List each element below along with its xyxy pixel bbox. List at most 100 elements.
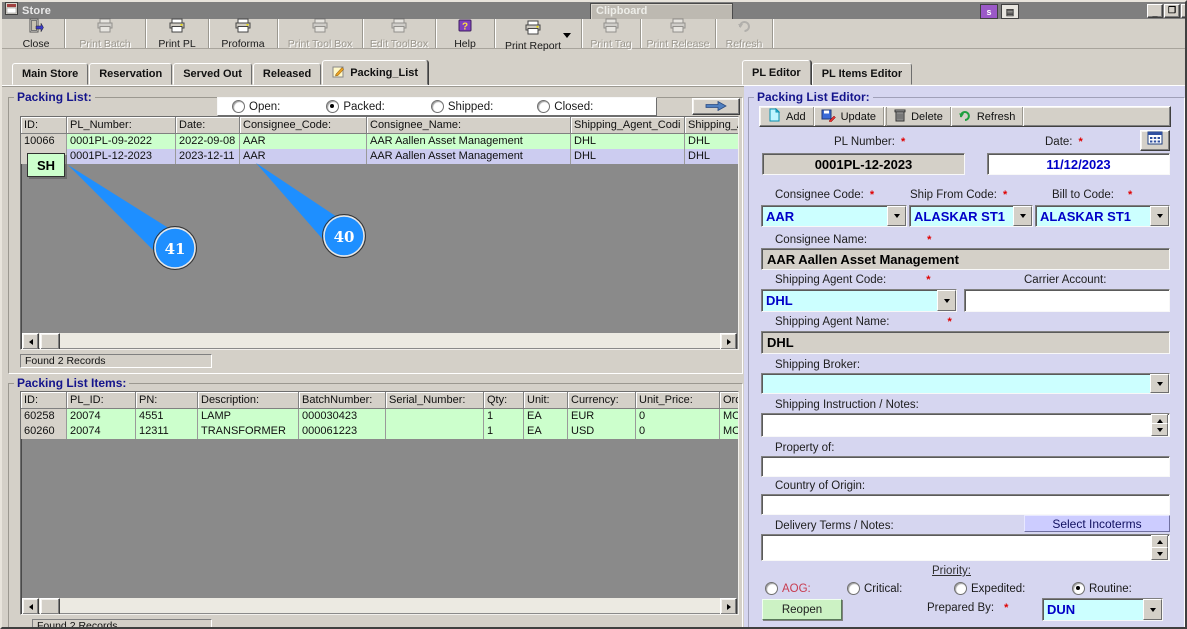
table-row[interactable]: 10066 0001PL-09-2022 2022-09-08 AAR AAR … (21, 134, 738, 149)
column-header[interactable]: Shipping_Agent_Codi (571, 117, 685, 134)
tab-served-out[interactable]: Served Out (173, 63, 252, 85)
property-of-input[interactable] (762, 457, 1177, 476)
column-header[interactable]: Consignee_Name: (367, 117, 571, 134)
column-header[interactable]: Consignee_Code: (240, 117, 367, 134)
filter-shipped-radio[interactable]: Shipped: (430, 100, 493, 113)
scroll-left-button[interactable] (22, 598, 39, 614)
proforma-button[interactable]: Proforma (209, 18, 278, 50)
tab-pl-items-editor[interactable]: PL Items Editor (811, 63, 913, 85)
cell-unit: EA (524, 409, 568, 424)
editor-refresh-button[interactable]: Refresh (951, 107, 1024, 126)
bill-to-code-label: Bill to Code: * (1052, 189, 1133, 201)
table-row[interactable]: 60258 20074 4551 LAMP 000030423 1 EA EUR… (21, 409, 738, 424)
close-window-button[interactable]: × (1181, 4, 1185, 18)
consignee-code-combo[interactable]: AAR (761, 205, 907, 227)
select-incoterms-button[interactable]: Select Incoterms (1024, 515, 1170, 532)
tab-released[interactable]: Released (252, 63, 322, 85)
column-header[interactable]: Currency: (568, 392, 636, 409)
delivery-terms-input[interactable] (762, 535, 1159, 560)
close-button[interactable]: Close (8, 18, 65, 50)
scrollbar-thumb[interactable] (40, 598, 60, 614)
chevron-down-icon[interactable] (1013, 206, 1032, 226)
column-header[interactable]: Serial_Number: (386, 392, 484, 409)
table-row[interactable]: 60260 20074 12311 TRANSFORMER 000061223 … (21, 424, 738, 439)
shipping-instruction-label: Shipping Instruction / Notes: (775, 399, 919, 411)
s-folder-icon[interactable]: s (980, 4, 998, 19)
add-icon (767, 107, 781, 125)
bill-to-code-combo[interactable]: ALASKAR ST1 (1035, 205, 1170, 227)
country-of-origin-input[interactable] (762, 495, 1177, 514)
tab-reservation[interactable]: Reservation (89, 63, 173, 85)
refresh-button: Refresh (716, 19, 773, 50)
add-button[interactable]: Add (760, 107, 814, 126)
column-header[interactable]: ID: (21, 392, 67, 409)
packing-list-grid[interactable]: ID: PL_Number: Date: Consignee_Code: Con… (20, 116, 739, 350)
priority-aog-radio[interactable]: AOG: (765, 582, 811, 595)
horizontal-scrollbar[interactable] (22, 333, 737, 349)
chevron-down-icon[interactable] (887, 206, 906, 226)
date-picker-button[interactable] (1140, 130, 1170, 151)
chevron-down-icon[interactable] (937, 290, 956, 311)
column-header[interactable]: PL_ID: (67, 392, 136, 409)
print-report-button[interactable]: Print Report (495, 19, 582, 52)
chevron-down-icon[interactable] (1143, 599, 1162, 620)
scroll-left-button[interactable] (22, 333, 39, 349)
chevron-down-icon[interactable] (1150, 374, 1169, 393)
consignee-code-label: Consignee Code: * (775, 189, 875, 201)
sh-status-badge[interactable]: SH (27, 153, 65, 177)
radio-icon (537, 100, 551, 113)
column-header[interactable]: Qty: (484, 392, 524, 409)
column-header[interactable]: Description: (198, 392, 299, 409)
column-header[interactable]: PL_Number: (67, 117, 176, 134)
editor-toolbar: Add Update Delete Refresh (759, 106, 1171, 127)
priority-expedited-radio[interactable]: Expedited: (954, 582, 1025, 595)
delete-button[interactable]: Delete (886, 107, 951, 126)
ship-from-code-combo[interactable]: ALASKAR ST1 (909, 205, 1033, 227)
tab-main-store[interactable]: Main Store (12, 63, 89, 85)
printer-icon (669, 18, 687, 38)
carrier-account-input[interactable] (965, 290, 1177, 311)
priority-critical-radio[interactable]: Critical: (847, 582, 902, 595)
column-header[interactable]: Unit_Price: (636, 392, 720, 409)
reopen-button[interactable]: Reopen (762, 599, 842, 620)
shipping-agent-code-combo[interactable]: DHL (761, 289, 957, 312)
scroll-right-button[interactable] (720, 333, 737, 349)
filter-closed-radio[interactable]: Closed: (537, 100, 593, 113)
column-header[interactable]: Order_ (720, 392, 738, 409)
column-header[interactable]: Date: (176, 117, 240, 134)
filter-packed-radio[interactable]: Packed: (326, 100, 385, 113)
cell-consignee-code: AAR (240, 149, 367, 164)
update-button[interactable]: Update (814, 107, 885, 126)
filter-open-radio[interactable]: Open: (232, 100, 280, 113)
restore-button[interactable]: ❐ (1164, 4, 1180, 18)
date-field[interactable]: 11/12/2023 (987, 153, 1170, 175)
scroll-down-button[interactable] (1151, 547, 1168, 560)
packing-list-items-grid[interactable]: ID: PL_ID: PN: Description: BatchNumber:… (20, 391, 739, 615)
shipping-instruction-input[interactable] (762, 414, 1159, 436)
cell-date: 2023-12-11 (176, 149, 240, 164)
table-row-selected[interactable]: 0001PL-12-2023 2023-12-11 AAR AAR Aallen… (21, 149, 738, 164)
exit-icon (28, 18, 44, 38)
scroll-down-button[interactable] (1151, 423, 1168, 436)
column-header[interactable]: PN: (136, 392, 198, 409)
minimize-button[interactable]: _ (1147, 4, 1163, 18)
priority-routine-radio[interactable]: Routine: (1072, 582, 1132, 595)
tab-pl-editor[interactable]: PL Editor (742, 60, 811, 85)
chevron-down-icon[interactable] (563, 33, 572, 42)
scrollbar-thumb[interactable] (40, 333, 60, 349)
tab-packing-list[interactable]: Packing_List (322, 60, 429, 85)
scroll-right-button[interactable] (720, 598, 737, 614)
go-arrow-button[interactable] (692, 98, 740, 115)
print-pl-button[interactable]: Print PL (146, 18, 209, 50)
column-header[interactable]: ID: (21, 117, 67, 134)
shipping-broker-combo[interactable] (761, 373, 1170, 394)
cell-shipping-agent-code: DHL (571, 134, 685, 149)
column-header[interactable]: Unit: (524, 392, 568, 409)
chevron-down-icon[interactable] (1150, 206, 1169, 226)
column-header[interactable]: Shipping_Agen (685, 117, 738, 134)
help-button[interactable]: ? Help (436, 19, 495, 50)
prepared-by-combo[interactable]: DUN (1042, 598, 1163, 621)
document-icon[interactable]: ▤ (1001, 4, 1019, 19)
column-header[interactable]: BatchNumber: (299, 392, 386, 409)
horizontal-scrollbar[interactable] (22, 598, 737, 614)
